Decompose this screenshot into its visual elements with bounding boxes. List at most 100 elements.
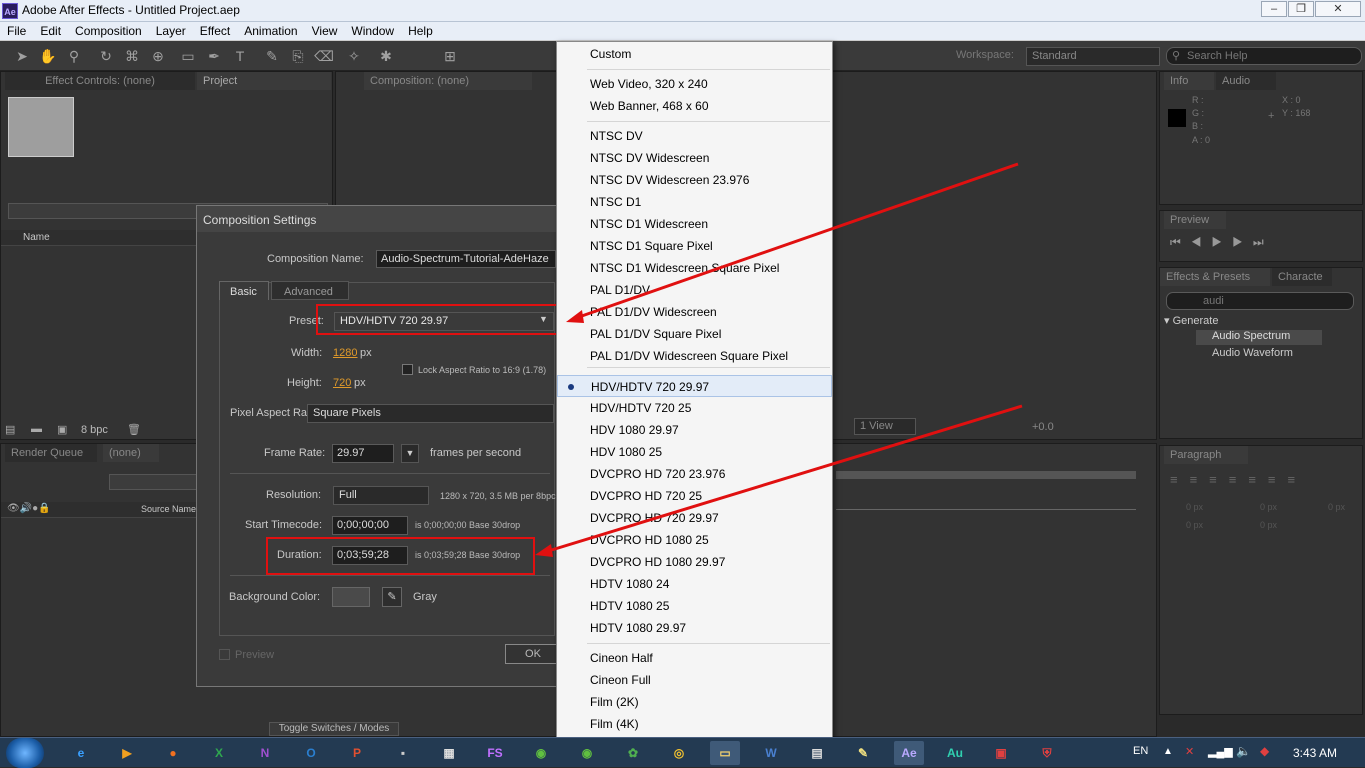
roto-brush-icon[interactable]: ✧ (344, 46, 364, 66)
preset-option[interactable]: DVCPRO HD 1080 29.97 (557, 551, 832, 573)
preset-option[interactable]: HDV 1080 29.97 (557, 419, 832, 441)
preset-option[interactable]: DVCPRO HD 720 23.976 (557, 463, 832, 485)
preset-option[interactable]: HDTV 1080 24 (557, 573, 832, 595)
preset-option[interactable]: PAL D1/DV (557, 279, 832, 301)
shield-icon[interactable]: ⛨ (1032, 741, 1062, 765)
height-value[interactable]: 720 (333, 377, 351, 389)
preset-option[interactable]: DVCPRO HD 720 25 (557, 485, 832, 507)
audition-icon[interactable]: Au (940, 741, 970, 765)
preset-option[interactable]: NTSC DV Widescreen (557, 147, 832, 169)
effect-audio-spectrum[interactable]: Audio Spectrum (1196, 330, 1322, 345)
work-area-bar[interactable] (836, 471, 1136, 479)
volume-icon[interactable]: 🔈 (1236, 744, 1251, 758)
exposure-value[interactable]: +0.0 (1032, 421, 1054, 433)
zoom-tool-icon[interactable]: ⚲ (64, 46, 84, 66)
selection-tool-icon[interactable]: ➤ (12, 46, 32, 66)
preset-option[interactable]: NTSC D1 (557, 191, 832, 213)
aftereffects-icon[interactable]: Ae (894, 741, 924, 765)
puppet-tool-icon[interactable]: ✱ (376, 46, 396, 66)
powerpoint-icon[interactable]: P (342, 741, 372, 765)
start-button[interactable] (6, 738, 44, 768)
menu-composition[interactable]: Composition (68, 22, 149, 40)
lock-aspect-checkbox[interactable] (402, 364, 413, 375)
network-error-icon[interactable]: ✕ (1185, 745, 1194, 758)
preset-option[interactable]: HDV 1080 25 (557, 441, 832, 463)
framerate-input[interactable]: 29.97 (332, 444, 394, 463)
axis-icon[interactable]: ⊞ (440, 46, 460, 66)
resolution-select[interactable]: Full (333, 486, 429, 505)
preset-option[interactable]: Web Video, 320 x 240 (557, 73, 832, 95)
restore-button[interactable]: ❐ (1288, 1, 1314, 17)
view-select[interactable]: 1 View (854, 418, 916, 435)
bg-color-swatch[interactable] (332, 587, 370, 607)
outlook-icon[interactable]: O (296, 741, 326, 765)
preset-option[interactable]: Film (2K) (557, 691, 832, 713)
effect-audio-waveform[interactable]: Audio Waveform (1196, 347, 1322, 362)
preset-option[interactable]: PAL D1/DV Widescreen Square Pixel (557, 345, 832, 367)
onenote-icon[interactable]: N (250, 741, 280, 765)
language-indicator[interactable]: EN (1133, 745, 1148, 757)
brush-tool-icon[interactable]: ✎ (262, 46, 282, 66)
interpret-icon[interactable]: ▤ (5, 423, 15, 436)
menu-file[interactable]: File (0, 22, 33, 40)
antivirus-icon[interactable]: ◆ (1260, 744, 1269, 758)
start-tc-input[interactable]: 0;00;00;00 (332, 516, 408, 535)
chrome-icon[interactable]: ◎ (664, 741, 694, 765)
ok-button[interactable]: OK (505, 644, 561, 664)
generate-group[interactable]: ▾ Generate (1164, 314, 1218, 327)
menu-effect[interactable]: Effect (193, 22, 237, 40)
new-comp-icon[interactable]: ▣ (57, 423, 67, 436)
tab-paragraph[interactable]: Paragraph (1164, 446, 1248, 464)
preset-option[interactable]: NTSC D1 Widescreen Square Pixel (557, 257, 832, 279)
preset-option[interactable]: Custom (557, 43, 832, 65)
space-before[interactable]: 0 px (1186, 520, 1203, 530)
pen-tool-icon[interactable]: ✒ (204, 46, 224, 66)
presentation-icon[interactable]: ▣ (986, 741, 1016, 765)
menu-window[interactable]: Window (344, 22, 401, 40)
ie-icon[interactable]: e (66, 741, 96, 765)
folder-icon[interactable]: ▬ (31, 423, 42, 435)
clapper-icon[interactable]: ▦ (434, 741, 464, 765)
preset-option[interactable]: DVCPRO HD 1080 25 (557, 529, 832, 551)
menu-animation[interactable]: Animation (237, 22, 304, 40)
camera-tool-icon[interactable]: ⌘ (122, 46, 142, 66)
rectangle-tool-icon[interactable]: ▭ (178, 46, 198, 66)
close-button[interactable]: ✕ (1315, 1, 1361, 17)
preset-option[interactable]: Web Banner, 468 x 60 (557, 95, 832, 117)
col-name[interactable]: Name (23, 232, 50, 243)
cmd-icon[interactable]: ▪ (388, 741, 418, 765)
menu-layer[interactable]: Layer (149, 22, 193, 40)
preset-option[interactable]: NTSC DV Widescreen 23.976 (557, 169, 832, 191)
fs-icon[interactable]: FS (480, 741, 510, 765)
search-help-input[interactable]: Search Help (1166, 47, 1362, 65)
tab-effect-controls[interactable]: Effect Controls: (none) (5, 72, 195, 90)
eraser-tool-icon[interactable]: ⌫ (314, 46, 334, 66)
android2-icon[interactable]: ◉ (572, 741, 602, 765)
menu-edit[interactable]: Edit (33, 22, 68, 40)
tab-preview[interactable]: Preview (1164, 211, 1226, 229)
time-ruler[interactable] (836, 482, 1136, 510)
framerate-dropdown-icon[interactable]: ▼ (401, 444, 419, 463)
preset-option[interactable]: PAL D1/DV Widescreen (557, 301, 832, 323)
preset-option[interactable]: HDTV 1080 29.97 (557, 617, 832, 639)
preview-checkbox[interactable] (219, 649, 230, 660)
tab-composition[interactable]: Composition: (none) (364, 72, 532, 90)
space-after[interactable]: 0 px (1260, 520, 1277, 530)
menu-help[interactable]: Help (401, 22, 440, 40)
workspace-select[interactable]: Standard (1026, 47, 1160, 66)
word-icon[interactable]: W (756, 741, 786, 765)
playback-controls[interactable]: ⏮◀▶▶⏭ (1170, 235, 1274, 250)
preset-option[interactable]: NTSC DV (557, 125, 832, 147)
rotate-tool-icon[interactable]: ↻ (96, 46, 116, 66)
preset-option[interactable]: Cineon Full (557, 669, 832, 691)
effects-search-input[interactable]: audi (1166, 292, 1354, 310)
preset-option[interactable]: HDV/HDTV 720 29.97 (557, 375, 832, 397)
hand-tool-icon[interactable]: ✋ (38, 46, 58, 66)
tab-character[interactable]: Characte (1272, 268, 1332, 286)
notepad-icon[interactable]: ✎ (848, 741, 878, 765)
signal-icon[interactable]: ▂▄▆ (1208, 745, 1233, 758)
firefox-icon[interactable]: ● (158, 741, 188, 765)
android-icon[interactable]: ◉ (526, 741, 556, 765)
av-switch-icons[interactable]: 👁🔊●🔒 (7, 503, 51, 514)
toggle-switches-button[interactable]: Toggle Switches / Modes (269, 722, 399, 736)
